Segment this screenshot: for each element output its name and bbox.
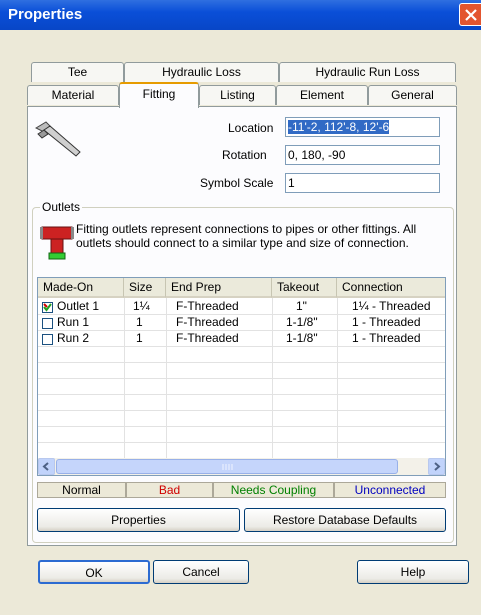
outlets-group-label: Outlets	[40, 200, 83, 214]
outlets-description: Fitting outlets represent connections to…	[76, 222, 417, 250]
outlets-list[interactable]: Made-On Size End Prep Takeout Connection…	[37, 277, 446, 476]
symbol-scale-label: Symbol Scale	[200, 176, 274, 190]
outlet-connection: 1 - Threaded	[352, 315, 421, 329]
outlet-name: Run 2	[57, 331, 90, 345]
outlet-name: Outlet 1	[57, 299, 100, 313]
outlet-end-prep: F-Threaded	[176, 331, 239, 345]
ok-button[interactable]: OK	[38, 560, 150, 584]
legend-needs-coupling: Needs Coupling	[213, 482, 334, 498]
close-button[interactable]	[459, 3, 481, 26]
cancel-button[interactable]: Cancel	[153, 560, 249, 584]
outlet-size: 1¼	[133, 299, 150, 313]
legend-normal: Normal	[37, 482, 126, 498]
grid-line	[38, 346, 445, 347]
outlet-size: 1	[136, 331, 143, 345]
checkmark-icon	[43, 303, 52, 312]
tab-material[interactable]: Material	[27, 85, 119, 105]
grid-line	[166, 298, 167, 460]
outlet-takeout: 1-1/8"	[286, 315, 318, 329]
help-button[interactable]: Help	[357, 560, 469, 584]
tab-element[interactable]: Element	[276, 85, 368, 105]
outlet-end-prep: F-Threaded	[176, 299, 239, 313]
outlet-connection: 1 - Threaded	[352, 331, 421, 345]
outlet-takeout: 1"	[296, 299, 307, 313]
scrollbar-thumb[interactable]	[56, 459, 398, 474]
properties-dialog: Properties Tee Hydraulic Loss Hydraulic …	[0, 0, 481, 615]
grid-line	[124, 298, 125, 460]
rotation-label: Rotation	[222, 148, 267, 162]
outlet-end-prep: F-Threaded	[176, 315, 239, 329]
location-field[interactable]: -11'-2, 112'-8, 12'-6	[285, 117, 440, 137]
tab-hydraulic-loss[interactable]: Hydraulic Loss	[124, 62, 279, 82]
restore-defaults-button[interactable]: Restore Database Defaults	[244, 508, 446, 532]
grid-line	[337, 298, 338, 460]
symbol-scale-field[interactable]: 1	[285, 173, 440, 193]
grid-line	[38, 394, 445, 395]
legend-bad: Bad	[126, 482, 213, 498]
tee-fitting-icon	[40, 226, 74, 260]
col-header-made-on[interactable]: Made-On	[38, 278, 124, 298]
tab-fitting[interactable]: Fitting	[119, 82, 199, 108]
wrench-icon	[34, 121, 81, 157]
grid-line	[38, 442, 445, 443]
grid-line	[38, 426, 445, 427]
made-on-checkbox[interactable]	[42, 318, 53, 329]
grip-icon	[222, 464, 233, 470]
col-header-size[interactable]: Size	[124, 278, 166, 298]
window-title: Properties	[8, 6, 83, 23]
outlet-size: 1	[136, 315, 143, 329]
col-header-takeout[interactable]: Takeout	[272, 278, 337, 298]
outlet-takeout: 1-1/8"	[286, 331, 318, 345]
tab-hydraulic-run-loss[interactable]: Hydraulic Run Loss	[279, 62, 456, 82]
grid-line	[38, 362, 445, 363]
tab-tee[interactable]: Tee	[31, 62, 124, 82]
close-icon	[465, 9, 477, 21]
grid-line	[272, 298, 273, 460]
arrow-right-icon	[434, 462, 441, 471]
outlet-connection: 1¼ - Threaded	[352, 299, 431, 313]
scroll-right-button[interactable]	[428, 458, 445, 475]
col-header-connection[interactable]: Connection	[337, 278, 445, 298]
grid-line	[38, 410, 445, 411]
made-on-checkbox[interactable]	[42, 334, 53, 345]
horizontal-scrollbar[interactable]	[38, 458, 445, 475]
arrow-left-icon	[42, 462, 49, 471]
col-header-end-prep[interactable]: End Prep	[166, 278, 272, 298]
location-label: Location	[228, 121, 274, 135]
title-bar: Properties	[0, 0, 481, 30]
made-on-checkbox[interactable]	[42, 302, 53, 313]
grid-line	[38, 378, 445, 379]
tab-listing[interactable]: Listing	[199, 85, 276, 105]
scroll-left-button[interactable]	[38, 458, 55, 475]
legend-unconnected: Unconnected	[334, 482, 446, 498]
tab-general[interactable]: General	[368, 85, 457, 105]
rotation-field[interactable]: 0, 180, -90	[285, 145, 440, 165]
outlet-properties-button[interactable]: Properties	[37, 508, 240, 532]
outlet-name: Run 1	[57, 315, 90, 329]
